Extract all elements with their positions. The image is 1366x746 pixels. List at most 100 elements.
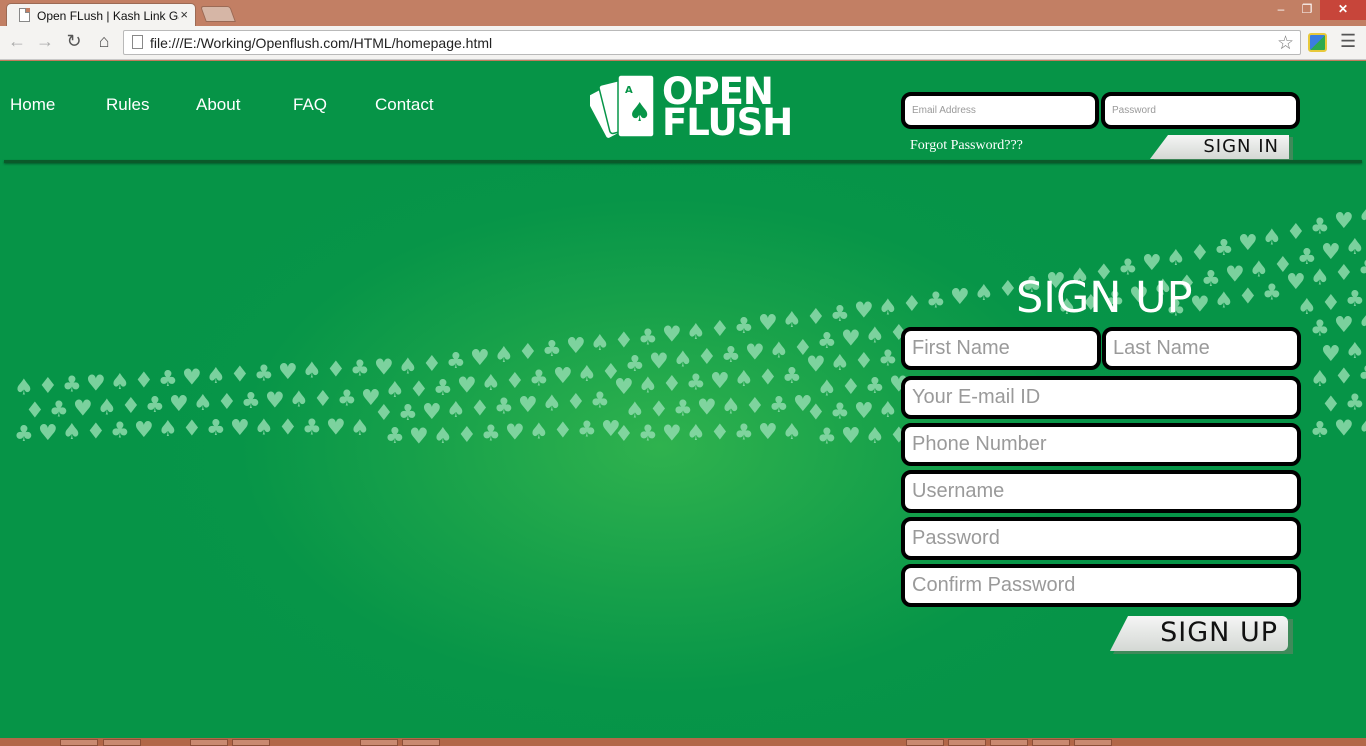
username-input[interactable]: Username	[901, 470, 1301, 513]
suit-glyph: ♥	[265, 388, 285, 413]
suit-glyph: ♣	[542, 337, 562, 362]
suit-glyph: ♦	[841, 375, 861, 400]
suit-glyph: ♥	[169, 392, 189, 417]
suit-glyph: ♥	[841, 424, 861, 449]
suit-glyph: ♠	[865, 424, 885, 449]
signin-email-input[interactable]: Email Address	[901, 92, 1099, 129]
suit-glyph: ♠	[254, 416, 274, 441]
suit-glyph: ♥	[1190, 293, 1210, 318]
nav-contact-link[interactable]: Contact	[375, 95, 434, 115]
extension-icon[interactable]	[1308, 33, 1327, 52]
suit-glyph: ♣	[1310, 316, 1330, 341]
suit-glyph: ♣	[1262, 280, 1282, 305]
suit-glyph: ♦	[313, 387, 333, 412]
taskbar-item[interactable]	[360, 739, 398, 746]
suit-glyph: ♠	[782, 308, 802, 333]
taskbar-item[interactable]	[1074, 739, 1112, 746]
nav-faq-link[interactable]: FAQ	[293, 95, 375, 115]
svg-text:A: A	[625, 85, 633, 96]
taskbar-item[interactable]	[948, 739, 986, 746]
confirm-password-input[interactable]: Confirm Password	[901, 564, 1301, 607]
suit-glyph: ♥	[505, 420, 525, 445]
new-tab-button[interactable]	[200, 6, 236, 22]
suit-glyph: ♣	[145, 393, 165, 418]
taskbar-item[interactable]	[1032, 739, 1070, 746]
suit-glyph: ♣	[398, 401, 418, 426]
taskbar-item[interactable]	[906, 739, 944, 746]
suit-glyph: ♣	[1345, 287, 1365, 312]
signin-password-input[interactable]: Password	[1101, 92, 1300, 129]
suit-glyph: ♥	[614, 375, 634, 400]
address-url[interactable]: file:///E:/Working/Openflush.com/HTML/ho…	[150, 35, 492, 51]
forgot-password-link[interactable]: Forgot Password???	[910, 138, 1023, 154]
svg-text:♠: ♠	[628, 98, 651, 128]
close-window-button[interactable]: ✕	[1320, 0, 1366, 20]
taskbar-item[interactable]	[232, 739, 270, 746]
signup-button[interactable]: SIGN UP	[1110, 616, 1288, 651]
nav-rules-link[interactable]: Rules	[106, 95, 196, 115]
suit-glyph: ♦	[409, 378, 429, 403]
suit-glyph: ♠	[1358, 415, 1366, 440]
bookmark-star-icon[interactable]: ☆	[1277, 32, 1294, 55]
forward-arrow-icon[interactable]: →	[34, 31, 56, 52]
suit-glyph: ♦	[1321, 393, 1341, 418]
suit-glyph: ♣	[1358, 362, 1366, 387]
taskbar-item[interactable]	[190, 739, 228, 746]
phone-input[interactable]: Phone Number	[901, 423, 1301, 466]
restore-button[interactable]: ❐	[1294, 0, 1320, 20]
minimize-button[interactable]: –	[1268, 0, 1294, 20]
reload-icon[interactable]: ↻	[63, 31, 85, 52]
suit-glyph: ♠	[158, 417, 178, 442]
last-name-input[interactable]: Last Name	[1102, 327, 1301, 370]
suit-glyph: ♠	[289, 388, 309, 413]
suit-glyph: ♥	[758, 311, 778, 336]
suit-glyph: ♠	[1358, 309, 1366, 334]
nav-home-link[interactable]: Home	[10, 95, 106, 115]
suit-glyph: ♦	[902, 292, 922, 317]
suit-glyph: ♥	[1321, 342, 1341, 367]
suit-glyph: ♦	[697, 345, 717, 370]
menu-icon[interactable]: ☰	[1340, 31, 1356, 52]
suit-glyph: ♥	[1334, 417, 1354, 442]
taskbar-item[interactable]	[990, 739, 1028, 746]
suit-glyph: ♥	[1225, 262, 1245, 287]
browser-tab[interactable]: Open FLush | Kash Link Games ×	[6, 3, 196, 26]
suit-glyph: ♣	[686, 370, 706, 395]
suit-glyph: ♣	[1345, 391, 1365, 416]
suit-glyph: ♥	[38, 421, 58, 446]
suit-glyph: ♦	[470, 396, 490, 421]
suit-glyph: ♣	[830, 302, 850, 327]
taskbar-item[interactable]	[103, 739, 141, 746]
password-input[interactable]: Password	[901, 517, 1301, 560]
suit-glyph: ♣	[529, 366, 549, 391]
suit-glyph: ♥	[697, 396, 717, 421]
suit-glyph: ♥	[73, 396, 93, 421]
signin-button[interactable]: SIGN IN	[1150, 135, 1289, 159]
suit-glyph: ♦	[422, 352, 442, 377]
back-arrow-icon[interactable]: ←	[6, 31, 28, 52]
suit-glyph: ♠	[782, 420, 802, 445]
tab-close-icon[interactable]: ×	[180, 7, 188, 22]
suit-glyph: ♣	[158, 367, 178, 392]
email-input[interactable]: Your E-mail ID	[901, 376, 1301, 419]
first-name-input[interactable]: First Name	[901, 327, 1101, 370]
taskbar-item[interactable]	[402, 739, 440, 746]
signup-title: SIGN UP	[1016, 273, 1193, 323]
suit-glyph: ♣	[337, 387, 357, 412]
suit-glyph: ♦	[278, 415, 298, 440]
suit-glyph: ♥	[278, 360, 298, 385]
suit-glyph: ♣	[734, 420, 754, 445]
suit-glyph: ♥	[470, 346, 490, 371]
suit-glyph: ♠	[494, 343, 514, 368]
taskbar-item[interactable]	[60, 739, 98, 746]
os-taskbar	[0, 738, 1366, 746]
home-icon[interactable]: ⌂	[93, 31, 115, 52]
suit-glyph: ♥	[566, 334, 586, 359]
suit-glyph: ♠	[62, 420, 82, 445]
nav-about-link[interactable]: About	[196, 95, 293, 115]
suit-glyph: ♦	[649, 398, 669, 423]
suit-glyph: ♠	[398, 354, 418, 379]
suit-glyph: ♠	[686, 421, 706, 446]
suit-glyph: ♦	[457, 423, 477, 448]
address-bar[interactable]: file:///E:/Working/Openflush.com/HTML/ho…	[123, 30, 1301, 55]
